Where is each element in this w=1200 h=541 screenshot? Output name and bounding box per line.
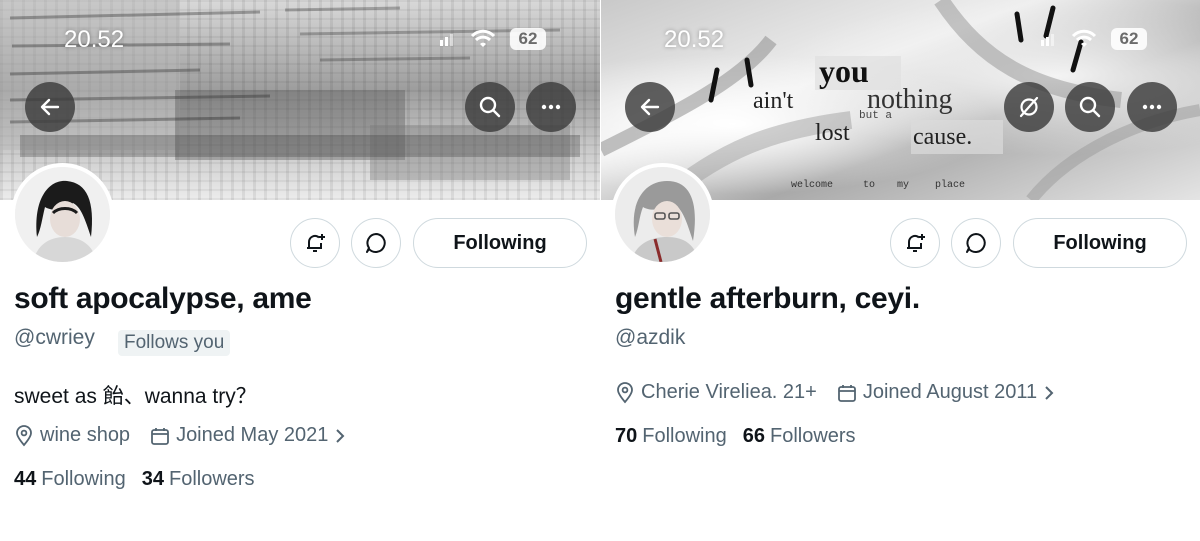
back-arrow-icon: [40, 98, 60, 116]
following-button[interactable]: Following: [413, 218, 587, 268]
banner-word-cause: cause.: [913, 124, 972, 150]
followers-count: 66: [742, 425, 765, 447]
message-button[interactable]: [951, 218, 1001, 268]
search-button[interactable]: [465, 82, 515, 132]
notify-button[interactable]: [890, 218, 940, 268]
status-time: 20.52: [64, 26, 125, 53]
back-button[interactable]: [625, 82, 675, 132]
bio: sweet as 飴、wanna try？: [14, 385, 257, 408]
location: wine shop: [14, 424, 130, 447]
signal-icon: [440, 34, 453, 46]
more-button[interactable]: [526, 82, 576, 132]
following-label: Following: [41, 468, 126, 490]
signal-icon: [1041, 34, 1054, 46]
followers-label: Followers: [769, 425, 856, 447]
search-button[interactable]: [1065, 82, 1115, 132]
display-name: gentle afterburn, ceyi.: [615, 282, 920, 315]
more-button[interactable]: [1127, 82, 1177, 132]
wifi-icon: [1071, 29, 1097, 47]
avatar-image: [15, 167, 110, 262]
grok-button[interactable]: [1004, 82, 1054, 132]
banner-word-aint: ain't: [753, 88, 794, 114]
following-count: 44: [14, 468, 37, 490]
back-arrow-icon: [640, 98, 660, 116]
battery-level: 62: [510, 28, 546, 50]
following-count: 70: [615, 425, 638, 447]
location: Cherie Vireliea. 21+: [615, 381, 817, 404]
joined-date[interactable]: Joined August 2011: [837, 381, 1055, 404]
followers-count: 34: [141, 468, 164, 490]
followers-label: Followers: [168, 468, 255, 490]
calendar-icon: [837, 384, 856, 402]
status-icons: 62: [1041, 28, 1147, 50]
avatar[interactable]: [611, 163, 714, 266]
calendar-icon: [151, 427, 169, 445]
profile-meta: Cherie Vireliea. 21+ Joined August 2011: [615, 381, 1055, 404]
handle: @azdik: [615, 326, 686, 349]
joined-date[interactable]: Joined May 2021: [150, 424, 346, 447]
bell-plus-icon: [307, 234, 325, 252]
chevron-right-icon: [1045, 385, 1054, 400]
followers-count-link[interactable]: 66 Followers: [743, 425, 856, 448]
profile-meta: wine shop Joined May 2021: [14, 424, 346, 447]
banner-word-welcome: welcome: [791, 179, 833, 191]
location-pin-icon: [16, 424, 32, 446]
chevron-right-icon: [336, 428, 345, 443]
search-icon: [1079, 96, 1101, 118]
profile-stats: 44 Following 34 Followers: [14, 468, 255, 491]
following-button[interactable]: Following: [1013, 218, 1187, 268]
back-button[interactable]: [25, 82, 75, 132]
location-text: Cherie Vireliea. 21+: [641, 381, 817, 403]
follows-you-badge: Follows you: [118, 330, 231, 356]
bell-plus-icon: [907, 234, 925, 252]
notify-button[interactable]: [290, 218, 340, 268]
banner-word-my: my: [897, 180, 909, 191]
following-count-link[interactable]: 44 Following: [14, 468, 126, 491]
banner-word-but-a: but a: [859, 110, 892, 122]
handle: @cwriey: [14, 326, 95, 349]
avatar-image: [615, 167, 710, 262]
avatar[interactable]: [11, 163, 114, 266]
following-label: Following: [642, 425, 727, 447]
more-icon: [1142, 104, 1162, 110]
following-count-link[interactable]: 70 Following: [615, 425, 727, 448]
message-button[interactable]: [351, 218, 401, 268]
wifi-icon: [470, 29, 496, 47]
followers-count-link[interactable]: 34 Followers: [142, 468, 255, 491]
profile-banner: ain't you nothing but a lost cause. welc…: [601, 0, 1200, 200]
search-icon: [479, 96, 501, 118]
joined-text: Joined August 2011: [862, 381, 1038, 403]
message-icon: [966, 233, 986, 253]
banner-word-you: you: [819, 53, 869, 89]
more-icon: [541, 104, 561, 110]
profile-panel-left: 20.52 62 Following soft apocalypse, ame …: [0, 0, 600, 541]
location-pin-icon: [617, 381, 633, 403]
location-text: wine shop: [40, 424, 131, 446]
profile-panel-right: ain't you nothing but a lost cause. welc…: [601, 0, 1200, 541]
message-icon: [366, 233, 386, 253]
banner-word-to: to: [863, 180, 875, 191]
status-icons: 62: [440, 28, 546, 50]
banner-word-lost: lost: [815, 120, 850, 146]
status-time: 20.52: [664, 26, 725, 53]
grok-icon: [1019, 96, 1039, 118]
battery-level: 62: [1111, 28, 1147, 50]
display-name: soft apocalypse, ame: [14, 282, 312, 315]
banner-word-place: place: [935, 179, 965, 191]
joined-text: Joined May 2021: [176, 424, 329, 446]
profile-stats: 70 Following 66 Followers: [615, 425, 856, 448]
